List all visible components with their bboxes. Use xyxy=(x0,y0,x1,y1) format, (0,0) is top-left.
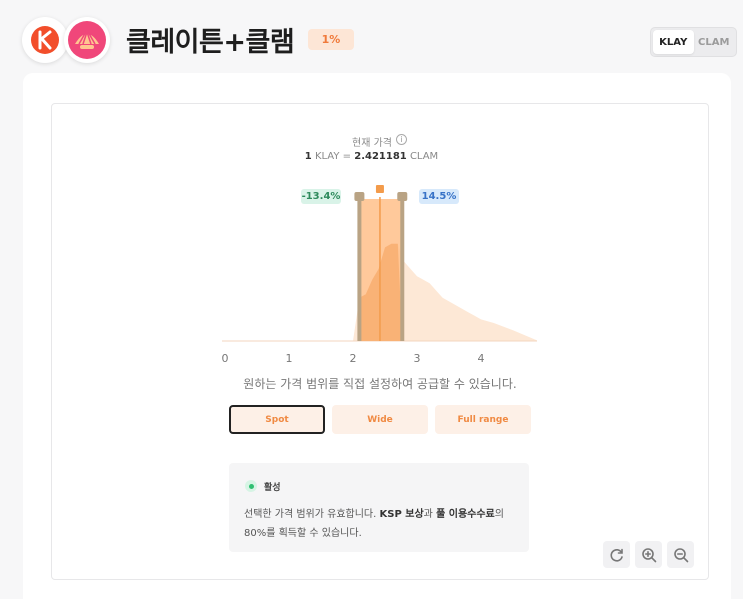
range-high-handle-grip xyxy=(397,192,408,201)
x-tick-label: 3 xyxy=(414,352,421,365)
range-status-box: 활성 선택한 가격 범위가 유효합니다. KSP 보상과 풀 이용수수료의 80… xyxy=(229,463,529,552)
base-symbol: KLAY xyxy=(314,151,340,162)
status-text-1: 선택한 가격 범위가 유효합니다. xyxy=(244,509,380,520)
fee-tier-badge: 1% xyxy=(308,29,354,50)
range-low-percent-badge: -13.4% xyxy=(301,189,341,204)
full-range-button[interactable]: Full range xyxy=(435,405,531,434)
x-tick-label: 0 xyxy=(222,352,229,365)
status-message: 선택한 가격 범위가 유효합니다. KSP 보상과 풀 이용수수료의 80%를 … xyxy=(244,505,519,543)
equals-sign: = xyxy=(342,151,352,162)
liquidity-chart[interactable]: 0 1 2 3 4 xyxy=(222,175,537,370)
range-description: 원하는 가격 범위를 직접 설정하여 공급할 수 있습니다. xyxy=(243,377,517,391)
status-bold-2: 풀 이용수수료 xyxy=(436,509,495,520)
range-low-handle-bar xyxy=(357,199,362,341)
spot-button[interactable]: Spot xyxy=(229,405,325,434)
active-status-dot-icon xyxy=(245,480,257,492)
x-tick-label: 4 xyxy=(478,352,485,365)
quote-amount: 2.421181 xyxy=(354,151,407,162)
range-high-handle-bar xyxy=(400,199,405,341)
pool-header: 클레이튼+클램 1% KLAY CLAM xyxy=(0,0,743,80)
refresh-icon xyxy=(610,548,623,562)
status-label: 활성 xyxy=(264,483,281,493)
x-tick-label: 1 xyxy=(286,352,293,365)
range-high-percent-badge: 14.5% xyxy=(419,189,459,204)
current-price-label: 현재 가격 xyxy=(352,138,392,149)
status-text-2: 과 xyxy=(423,509,437,520)
info-icon[interactable]: i xyxy=(396,134,407,145)
clam-logo-icon xyxy=(64,17,110,63)
range-low-handle-grip xyxy=(354,192,365,201)
refresh-button[interactable] xyxy=(603,541,630,568)
zoom-out-icon xyxy=(673,547,688,562)
toggle-option-clam[interactable]: CLAM xyxy=(694,30,735,54)
wide-button[interactable]: Wide xyxy=(332,405,428,434)
x-tick-label: 2 xyxy=(350,352,357,365)
zoom-in-button[interactable] xyxy=(635,541,662,568)
klay-logo-icon xyxy=(22,17,68,63)
current-price-marker xyxy=(375,185,384,193)
quote-symbol: CLAM xyxy=(409,151,439,162)
page-title: 클레이튼+클램 xyxy=(126,27,295,58)
current-price-readout: 1 KLAY = 2.421181 CLAM xyxy=(0,151,743,162)
zoom-in-icon xyxy=(641,547,656,562)
base-amount: 1 xyxy=(304,151,312,162)
base-token-toggle: KLAY CLAM xyxy=(650,27,737,57)
toggle-option-klay[interactable]: KLAY xyxy=(653,30,694,54)
zoom-out-button[interactable] xyxy=(667,541,694,568)
status-bold-1: KSP 보상 xyxy=(379,509,424,520)
